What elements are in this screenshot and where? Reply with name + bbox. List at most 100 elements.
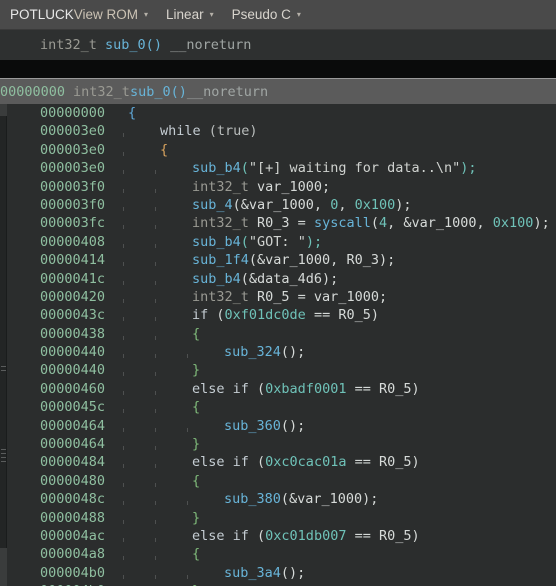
- code-line[interactable]: 000003e0 {: [7, 141, 556, 159]
- assignment: R0_3 =: [248, 215, 314, 232]
- line-address: 000003e0: [40, 123, 106, 140]
- code-line[interactable]: 000003f0 int32_t var_1000;: [7, 178, 556, 196]
- brace-open: {: [192, 546, 201, 563]
- brace-open: {: [192, 472, 201, 489]
- line-address: 000004b0: [40, 564, 106, 581]
- variable-declaration: var_1000;: [248, 178, 331, 195]
- code-listing[interactable]: 00000000 { 000003e0 while (true) 000003e…: [7, 104, 556, 586]
- paren: (: [248, 454, 266, 471]
- line-address: 000003f0: [40, 196, 106, 213]
- function-call[interactable]: sub_4: [192, 197, 233, 213]
- brace-close: }: [192, 362, 201, 379]
- paren: (: [208, 307, 225, 324]
- code-line[interactable]: 00000464 }: [7, 435, 556, 453]
- line-address: 00000460: [40, 380, 106, 397]
- function-call[interactable]: sub_360: [224, 418, 281, 434]
- code-line[interactable]: 000004b0 }: [7, 582, 556, 586]
- code-line[interactable]: 0000043c if (0xf01dc0de == R0_5): [7, 306, 556, 324]
- toolbar-item-linear[interactable]: Linear ▾: [166, 7, 214, 22]
- function-call[interactable]: sub_324: [224, 344, 281, 360]
- line-address: 0000048c: [40, 491, 106, 508]
- arg-sep: ,: [338, 196, 355, 213]
- minimap-scrollbar[interactable]: [0, 104, 7, 586]
- line-address: 00000464: [40, 417, 106, 434]
- function-call[interactable]: sub_380: [224, 491, 281, 507]
- header-address: 00000000: [0, 83, 66, 100]
- code-line[interactable]: 00000438 {: [7, 325, 556, 343]
- line-address: 00000484: [40, 454, 106, 471]
- line-address: 00000464: [40, 436, 106, 453]
- minimap-thumb[interactable]: [0, 104, 7, 116]
- number-literal: 0xf01dc0de: [224, 307, 306, 324]
- line-address: 00000480: [40, 472, 106, 489]
- code-line[interactable]: 00000480 {: [7, 472, 556, 490]
- signature-function-name: sub_0(): [105, 37, 162, 53]
- selected-header-row[interactable]: 00000000 int32_t sub_0() __noreturn: [0, 78, 556, 104]
- function-call-syscall[interactable]: syscall: [314, 215, 371, 231]
- line-address: 00000440: [40, 362, 106, 379]
- code-line[interactable]: 00000420 int32_t R0_5 = var_1000;: [7, 288, 556, 306]
- code-line[interactable]: 00000408 sub_b4("GOT: ");: [7, 233, 556, 251]
- code-line[interactable]: 00000414 sub_1f4(&var_1000, R0_3);: [7, 251, 556, 269]
- minimap-mark: [1, 453, 6, 454]
- minimap-thumb-bottom[interactable]: [0, 548, 7, 586]
- keyword-else-if: else if: [192, 380, 249, 397]
- paren: (: [370, 215, 379, 232]
- code-line[interactable]: 00000460 else if (0xbadf0001 == R0_5): [7, 380, 556, 398]
- signature-modifier: __noreturn: [170, 37, 252, 53]
- code-line[interactable]: 00000464 sub_360();: [7, 417, 556, 435]
- code-line[interactable]: 000003f0 sub_4(&var_1000, 0, 0x100);: [7, 196, 556, 214]
- decompiler-window: POTLUCK View ROM ▾ Linear ▾ Pseudo C ▾ in…: [0, 0, 556, 586]
- code-line[interactable]: 000003fc int32_t R0_3 = syscall(4, &var_…: [7, 214, 556, 232]
- paren-semi: );: [460, 160, 477, 177]
- line-address: 000004a8: [40, 546, 106, 563]
- keyword-while: while: [160, 123, 201, 140]
- paren-semi: );: [533, 215, 550, 232]
- chevron-down-icon: ▾: [296, 10, 301, 19]
- call-args: ();: [280, 344, 306, 361]
- code-line[interactable]: 000003e0 while (true): [7, 122, 556, 140]
- code-line[interactable]: 00000440 }: [7, 361, 556, 379]
- separator-band: [0, 60, 556, 78]
- code-line[interactable]: 00000484 else if (0xc0cac01a == R0_5): [7, 453, 556, 471]
- brace-close: }: [192, 509, 201, 526]
- paren-semi: );: [305, 233, 323, 250]
- brace-close: }: [192, 436, 201, 453]
- code-line[interactable]: 0000041c sub_b4(&data_4d6);: [7, 270, 556, 288]
- function-call[interactable]: sub_b4: [192, 160, 241, 176]
- type-keyword: int32_t: [192, 215, 249, 232]
- code-line[interactable]: 000004a8 {: [7, 545, 556, 563]
- code-line[interactable]: 00000000 {: [7, 104, 556, 122]
- number-literal: 0x100: [492, 215, 534, 232]
- keyword-else-if: else if: [192, 527, 249, 544]
- code-line[interactable]: 000004b0 sub_3a4();: [7, 564, 556, 582]
- toolbar-item-view-rom[interactable]: POTLUCK View ROM ▾: [10, 7, 148, 22]
- function-call[interactable]: sub_3a4: [224, 565, 281, 581]
- while-condition: (true): [208, 123, 258, 140]
- function-call[interactable]: sub_1f4: [192, 252, 249, 268]
- function-signature-strip: int32_t sub_0() __noreturn: [0, 30, 556, 60]
- code-line[interactable]: 0000045c {: [7, 398, 556, 416]
- code-line[interactable]: 000004ac else if (0xc01db007 == R0_5): [7, 527, 556, 545]
- function-call[interactable]: sub_b4: [192, 234, 241, 250]
- string-literal: "[+] waiting for data..\n": [248, 160, 461, 177]
- code-line[interactable]: 0000048c sub_380(&var_1000);: [7, 490, 556, 508]
- call-args: (&data_4d6);: [240, 270, 339, 287]
- line-address: 00000488: [40, 509, 106, 526]
- brace-open: {: [160, 141, 169, 158]
- string-literal: "GOT: ": [248, 233, 306, 250]
- number-literal: 0xc01db007: [265, 527, 347, 544]
- toolbar-item-pseudo-c-label: Pseudo C: [231, 7, 291, 22]
- number-literal: 0xc0cac01a: [265, 454, 347, 471]
- toolbar-item-view-rom-secondary: View ROM: [73, 7, 139, 22]
- function-call[interactable]: sub_b4: [192, 271, 241, 287]
- toolbar-item-pseudo-c[interactable]: Pseudo C ▾: [232, 7, 301, 22]
- code-line[interactable]: 00000488 }: [7, 509, 556, 527]
- minimap-mark: [1, 370, 6, 371]
- paren: (: [248, 380, 266, 397]
- code-line[interactable]: 000003e0 sub_b4("[+] waiting for data..\…: [7, 159, 556, 177]
- paren: (: [240, 233, 249, 250]
- comparison: == R0_5): [346, 454, 420, 471]
- code-line[interactable]: 00000440 sub_324();: [7, 343, 556, 361]
- call-args: ();: [280, 417, 306, 434]
